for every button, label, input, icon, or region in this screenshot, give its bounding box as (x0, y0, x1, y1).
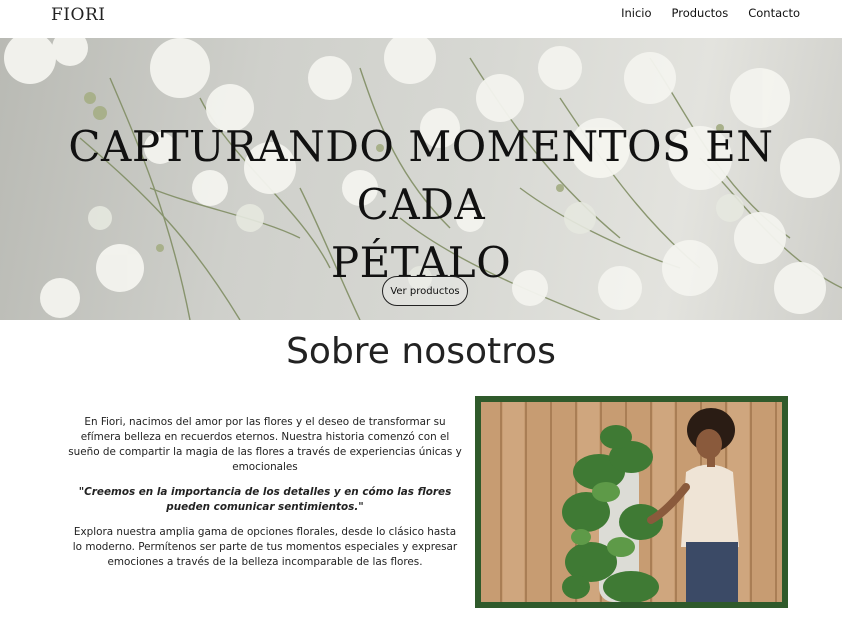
about-photo-frame (475, 396, 788, 608)
site-header: FIORI Inicio Productos Contacto (0, 0, 842, 38)
about-quote: "Creemos en la importancia de los detall… (78, 486, 452, 513)
about-text: En Fiori, nacimos del amor por las flore… (68, 415, 462, 580)
view-products-button[interactable]: Ver productos (382, 276, 468, 306)
hero-title-line1: CAPTURANDO MOMENTOS EN CADA (68, 122, 774, 229)
nav-link-inicio[interactable]: Inicio (621, 6, 651, 20)
main-nav: Inicio Productos Contacto (621, 6, 800, 20)
site-logo[interactable]: FIORI (51, 5, 105, 25)
hero-title: CAPTURANDO MOMENTOS EN CADA PÉTALO (0, 118, 842, 292)
about-title: Sobre nosotros (286, 331, 556, 372)
about-paragraph-2: Explora nuestra amplia gama de opciones … (72, 526, 458, 568)
nav-link-productos[interactable]: Productos (672, 6, 729, 20)
about-photo (481, 402, 782, 602)
hero-banner: CAPTURANDO MOMENTOS EN CADA PÉTALO Ver p… (0, 38, 842, 320)
nav-link-contacto[interactable]: Contacto (748, 6, 800, 20)
about-paragraph-1: En Fiori, nacimos del amor por las flore… (68, 416, 462, 473)
woman-with-plants-image (481, 402, 782, 602)
